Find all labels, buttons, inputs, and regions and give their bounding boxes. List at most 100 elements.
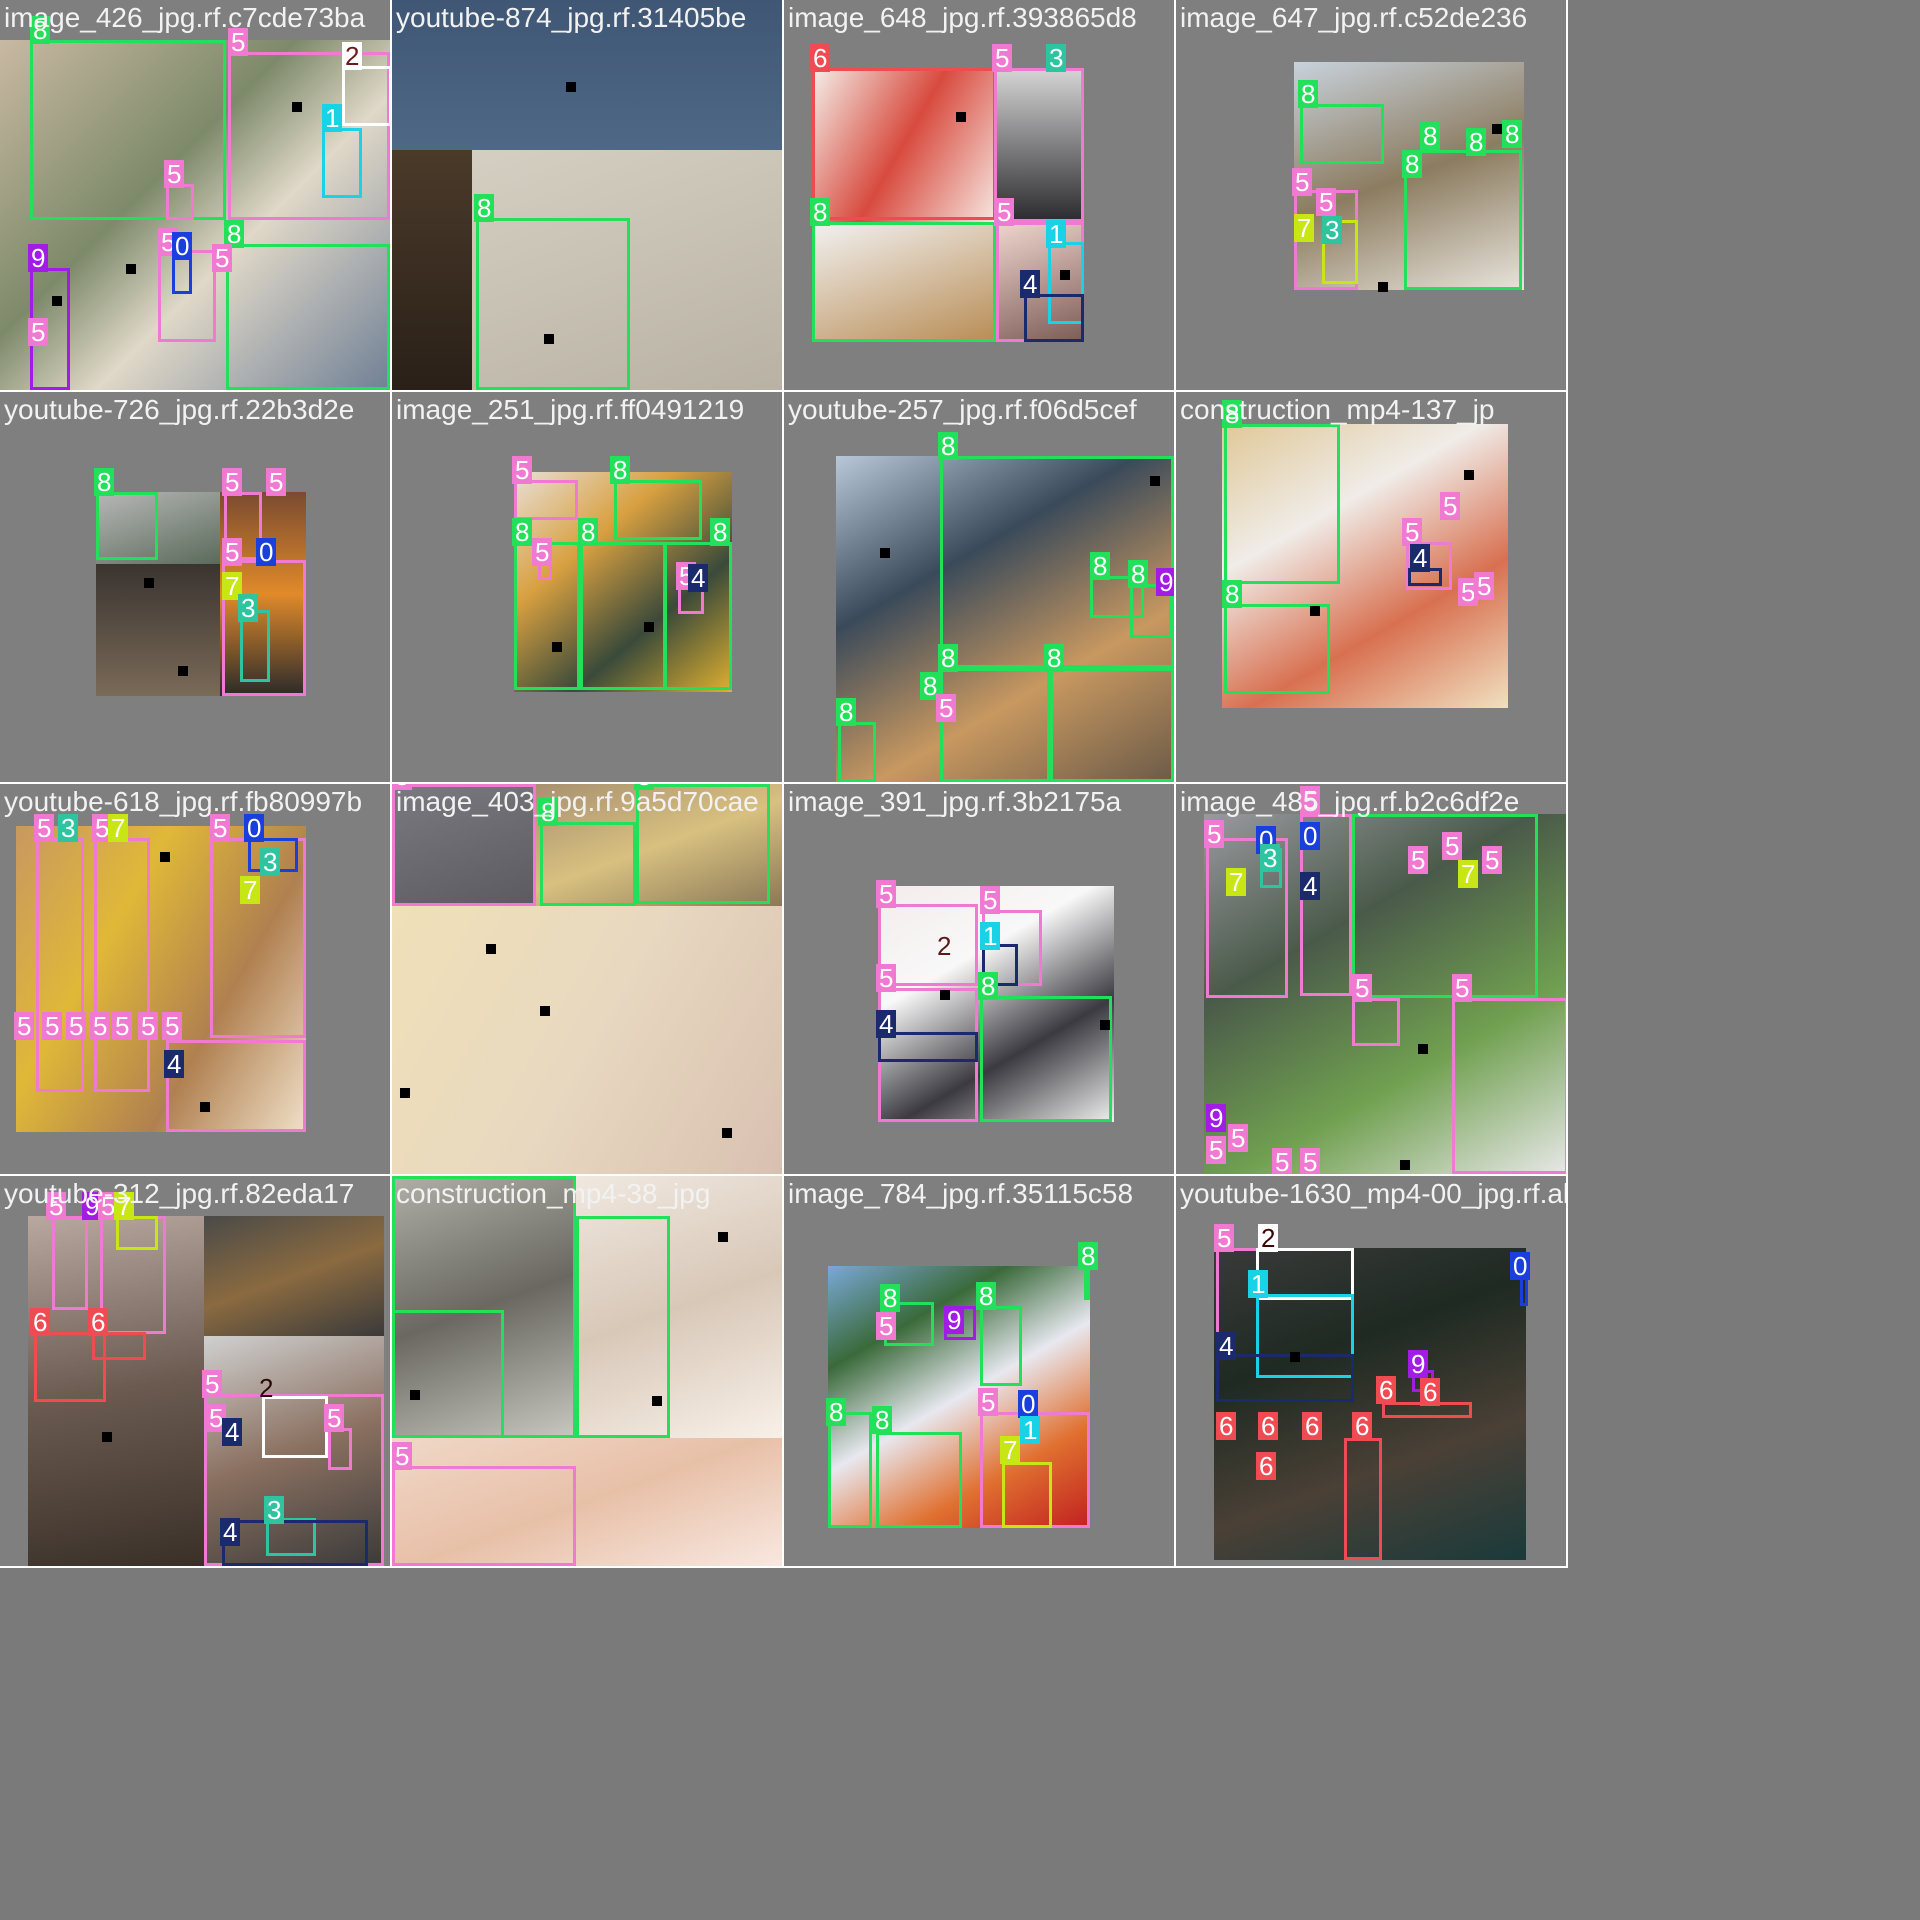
label-8: 8 <box>474 194 495 222</box>
tile-caption: image_391_jpg.rf.3b2175a <box>788 786 1122 817</box>
label-7: 7 <box>1294 214 1315 242</box>
tile-3: 6 5 3 8 5 1 4 image_648_jpg.rf.393865d8 <box>784 0 1176 392</box>
label-5g: 5 <box>90 1012 111 1040</box>
center-dot <box>486 944 496 954</box>
label-5: 5 <box>1214 1224 1235 1252</box>
label-5e: 5 <box>212 244 233 272</box>
label-5: 5 <box>876 880 897 908</box>
label-8: 8 <box>938 432 959 460</box>
center-dot <box>1464 470 1474 480</box>
tile-2: 8 youtube-874_jpg.rf.31405be <box>392 0 784 392</box>
bbox-6 <box>812 68 996 220</box>
bbox-8 <box>96 492 158 560</box>
tile-4: 8 8 8 8 8 5 5 7 3 image_647_jpg.rf.c52de… <box>1176 0 1568 392</box>
label-2: 2 <box>342 42 363 70</box>
label-5: 5 <box>34 814 55 842</box>
center-dot <box>956 112 966 122</box>
center-dot <box>718 1232 728 1242</box>
tile-12: 5 5 0 3 0 4 7 5 5 5 7 5 5 9 5 5 5 5 imag… <box>1176 784 1568 1176</box>
tile-9: 5 3 5 7 5 0 3 7 5 5 5 5 5 5 5 4 youtube-… <box>0 784 392 1176</box>
center-dot <box>566 82 576 92</box>
bbox-6c <box>1344 1438 1382 1560</box>
center-dot <box>1060 270 1070 280</box>
label-8e: 8 <box>1502 120 1523 148</box>
label-5: 5 <box>936 694 957 722</box>
bbox-8 <box>812 222 996 342</box>
photo-2 <box>96 564 220 696</box>
label-5i: 5 <box>138 1012 159 1040</box>
label-8c: 8 <box>1128 560 1149 588</box>
label-0b: 0 <box>1300 822 1321 850</box>
tile-caption: image_426_jpg.rf.c7cde73ba <box>4 2 366 33</box>
label-5j: 5 <box>162 1012 183 1040</box>
label-5c: 5 <box>1408 846 1429 874</box>
mosaic-grid: 8 5 2 1 5 5 0 9 8 5 5 image_426_jpg.rf.c… <box>0 0 1568 1568</box>
label-4: 4 <box>1020 270 1041 298</box>
label-4: 4 <box>688 564 709 592</box>
label-6g: 6 <box>1256 1452 1277 1480</box>
photo-2 <box>204 1216 384 1336</box>
bbox-8 <box>1084 1266 1090 1300</box>
label-0: 0 <box>1510 1252 1531 1280</box>
label-5d: 5 <box>1474 572 1495 600</box>
label-8b: 8 <box>1090 552 1111 580</box>
label-8d: 8 <box>710 518 731 546</box>
bbox-8c <box>980 1306 1022 1386</box>
label-0: 0 <box>172 232 193 260</box>
bbox-7 <box>1002 1462 1052 1528</box>
label-8b: 8 <box>512 518 533 546</box>
label-8: 8 <box>610 456 631 484</box>
bbox-8 <box>476 218 630 390</box>
center-dot <box>552 642 562 652</box>
label-5b: 5 <box>164 160 185 188</box>
label-7: 7 <box>1000 1436 1021 1464</box>
label-7: 7 <box>108 814 129 842</box>
label-1: 1 <box>1046 220 1067 248</box>
label-8: 8 <box>978 972 999 1000</box>
tile-11: 5 5 2 1 5 8 4 image_391_jpg.rf.3b2175a <box>784 784 1176 1176</box>
tile-caption: construction_mp4-137_jp <box>1180 394 1495 425</box>
label-8b: 8 <box>880 1284 901 1312</box>
center-dot <box>1100 1020 1110 1030</box>
label-5b: 5 <box>980 886 1001 914</box>
tile-caption: image_647_jpg.rf.c52de236 <box>1180 2 1528 33</box>
center-dot <box>722 1128 732 1138</box>
bbox-4 <box>1024 294 1084 342</box>
label-5g: 5 <box>1452 974 1473 1002</box>
label-4: 4 <box>876 1010 897 1038</box>
center-dot <box>940 990 950 1000</box>
center-dot <box>652 1396 662 1406</box>
tile-caption: youtube-874_jpg.rf.31405be <box>396 2 747 33</box>
bbox-8 <box>540 822 636 906</box>
label-5b: 5 <box>978 1388 999 1416</box>
bbox-8 <box>980 996 1112 1122</box>
bbox-8c <box>392 1310 504 1438</box>
label-0: 0 <box>256 538 277 566</box>
tile-caption: image_648_jpg.rf.393865d8 <box>788 2 1137 33</box>
tile-caption: youtube-618_jpg.rf.fb80997b <box>4 786 363 817</box>
label-5d: 5 <box>1442 832 1463 860</box>
label-5h: 5 <box>112 1012 133 1040</box>
center-dot <box>102 1432 112 1442</box>
label-8: 8 <box>1298 80 1319 108</box>
bbox-8b <box>1224 604 1330 694</box>
label-8e: 8 <box>1044 644 1065 672</box>
label-3: 3 <box>264 1496 285 1524</box>
label-8c: 8 <box>578 518 599 546</box>
bbox-8d <box>940 668 1050 782</box>
bbox-1 <box>322 128 362 198</box>
label-5c: 5 <box>222 538 243 566</box>
center-dot <box>144 578 154 588</box>
label-3b: 3 <box>260 848 281 876</box>
label-2: 2 <box>1258 1224 1279 1252</box>
label-4: 4 <box>164 1050 185 1078</box>
label-6d: 6 <box>1258 1412 1279 1440</box>
tile-caption: image_784_jpg.rf.35115c58 <box>788 1178 1134 1209</box>
tile-caption: image_403_jpg.rf.9a5d70cae <box>396 786 759 817</box>
label-8b: 8 <box>1402 150 1423 178</box>
tile-1: 8 5 2 1 5 5 0 9 8 5 5 image_426_jpg.rf.c… <box>0 0 392 392</box>
label-9: 9 <box>1408 1350 1429 1378</box>
bbox-8 <box>30 40 226 220</box>
label-1: 1 <box>1020 1416 1041 1444</box>
label-5b: 5 <box>1316 188 1337 216</box>
